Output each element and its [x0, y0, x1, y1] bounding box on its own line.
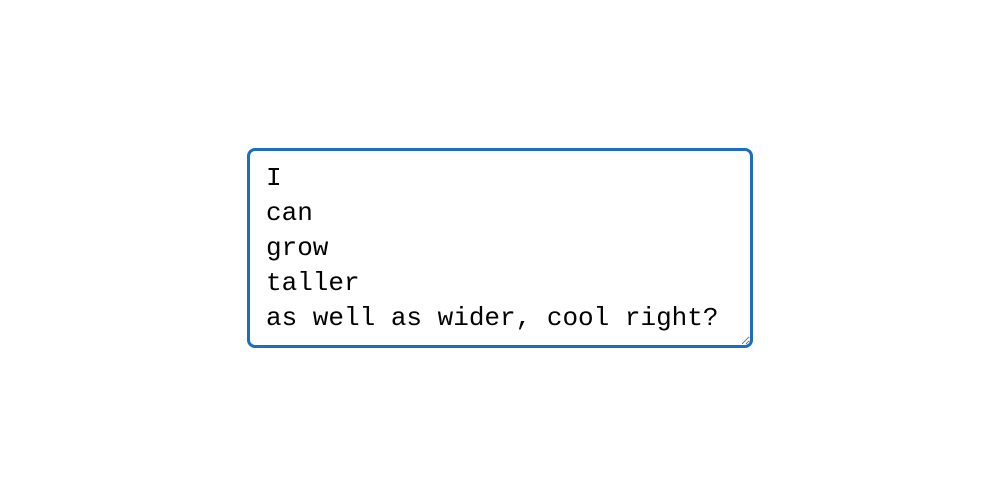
growing-textarea[interactable]: [247, 148, 753, 348]
textarea-container: [247, 148, 753, 353]
